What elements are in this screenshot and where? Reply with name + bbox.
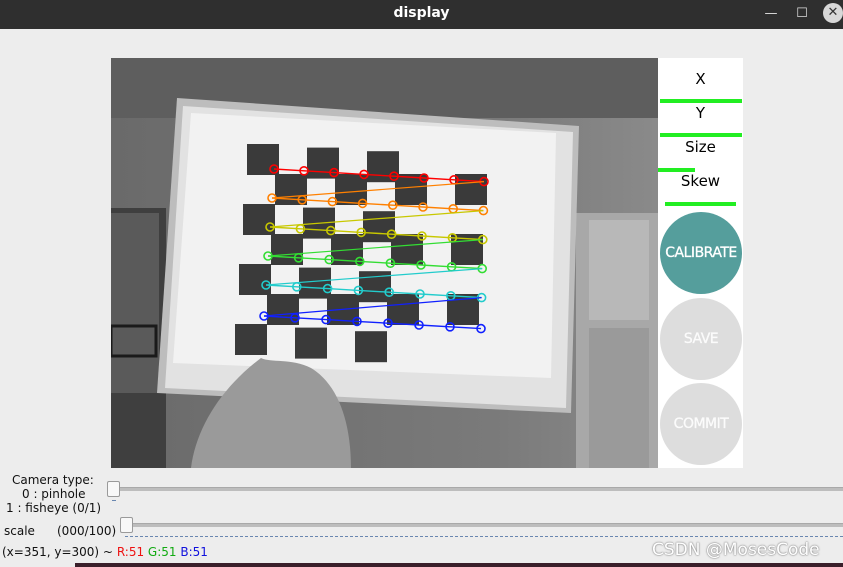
pixel-red-value: R:51	[116, 545, 145, 559]
close-icon[interactable]: ✕	[823, 3, 843, 23]
window-title: display	[393, 5, 450, 21]
cursor-coords: (x=351, y=300) ~	[2, 545, 113, 559]
camera-type-slider-knob[interactable]	[107, 481, 120, 497]
commit-button[interactable]: COMMIT	[660, 383, 742, 465]
pixel-green-value: G:51	[147, 545, 177, 559]
window-titlebar: display — ☐ ✕	[0, 0, 843, 29]
checker-square	[295, 327, 327, 359]
checker-square	[271, 234, 303, 265]
camera-type-label-line1: Camera type:	[12, 473, 94, 487]
param-y-bar	[659, 133, 742, 137]
param-skew-label: Skew	[680, 172, 721, 190]
checker-square	[235, 324, 267, 355]
checker-square	[367, 151, 399, 183]
camera-type-slider-ticks	[112, 497, 116, 501]
minimize-icon[interactable]: —	[760, 4, 782, 24]
watermark-text: CSDN @MosesCode	[652, 540, 820, 560]
desktop-background-strip	[75, 563, 843, 567]
camera-feed-image[interactable]	[111, 58, 658, 468]
camera-type-label-line2: 0 : pinhole	[22, 487, 86, 501]
checker-square	[395, 174, 427, 205]
camera-type-label-line3: 1 : fisheye (0/1)	[6, 501, 102, 515]
param-skew-bar	[665, 202, 736, 206]
scale-slider-track[interactable]	[125, 523, 843, 527]
checker-square	[355, 331, 387, 363]
checker-square	[267, 294, 299, 325]
param-x-bar	[659, 99, 742, 103]
camera-type-slider-track[interactable]	[112, 487, 843, 491]
calibrate-button[interactable]: CALIBRATE	[660, 212, 742, 294]
save-button[interactable]: SAVE	[660, 298, 742, 380]
scale-slider-knob[interactable]	[120, 517, 133, 533]
checker-square	[239, 264, 271, 295]
checker-square	[299, 267, 331, 299]
pixel-blue-value: B:51	[180, 545, 208, 559]
scale-value: (000/100)	[57, 524, 117, 538]
maximize-icon[interactable]: ☐	[791, 4, 813, 24]
camera-feed-svg	[111, 58, 658, 468]
checker-square	[247, 144, 279, 175]
calibration-side-panel: X Y Size Skew CALIBRATE SAVE COMMIT	[658, 58, 743, 468]
param-x-label: X	[695, 70, 706, 88]
scale-slider-ticks	[125, 533, 843, 537]
checker-square	[307, 147, 339, 179]
scale-label: scale	[4, 524, 35, 538]
param-y-label: Y	[695, 104, 706, 122]
param-size-label: Size	[685, 138, 716, 156]
status-bar: (x=351, y=300) ~ R:51 G:51 B:51	[2, 545, 208, 559]
